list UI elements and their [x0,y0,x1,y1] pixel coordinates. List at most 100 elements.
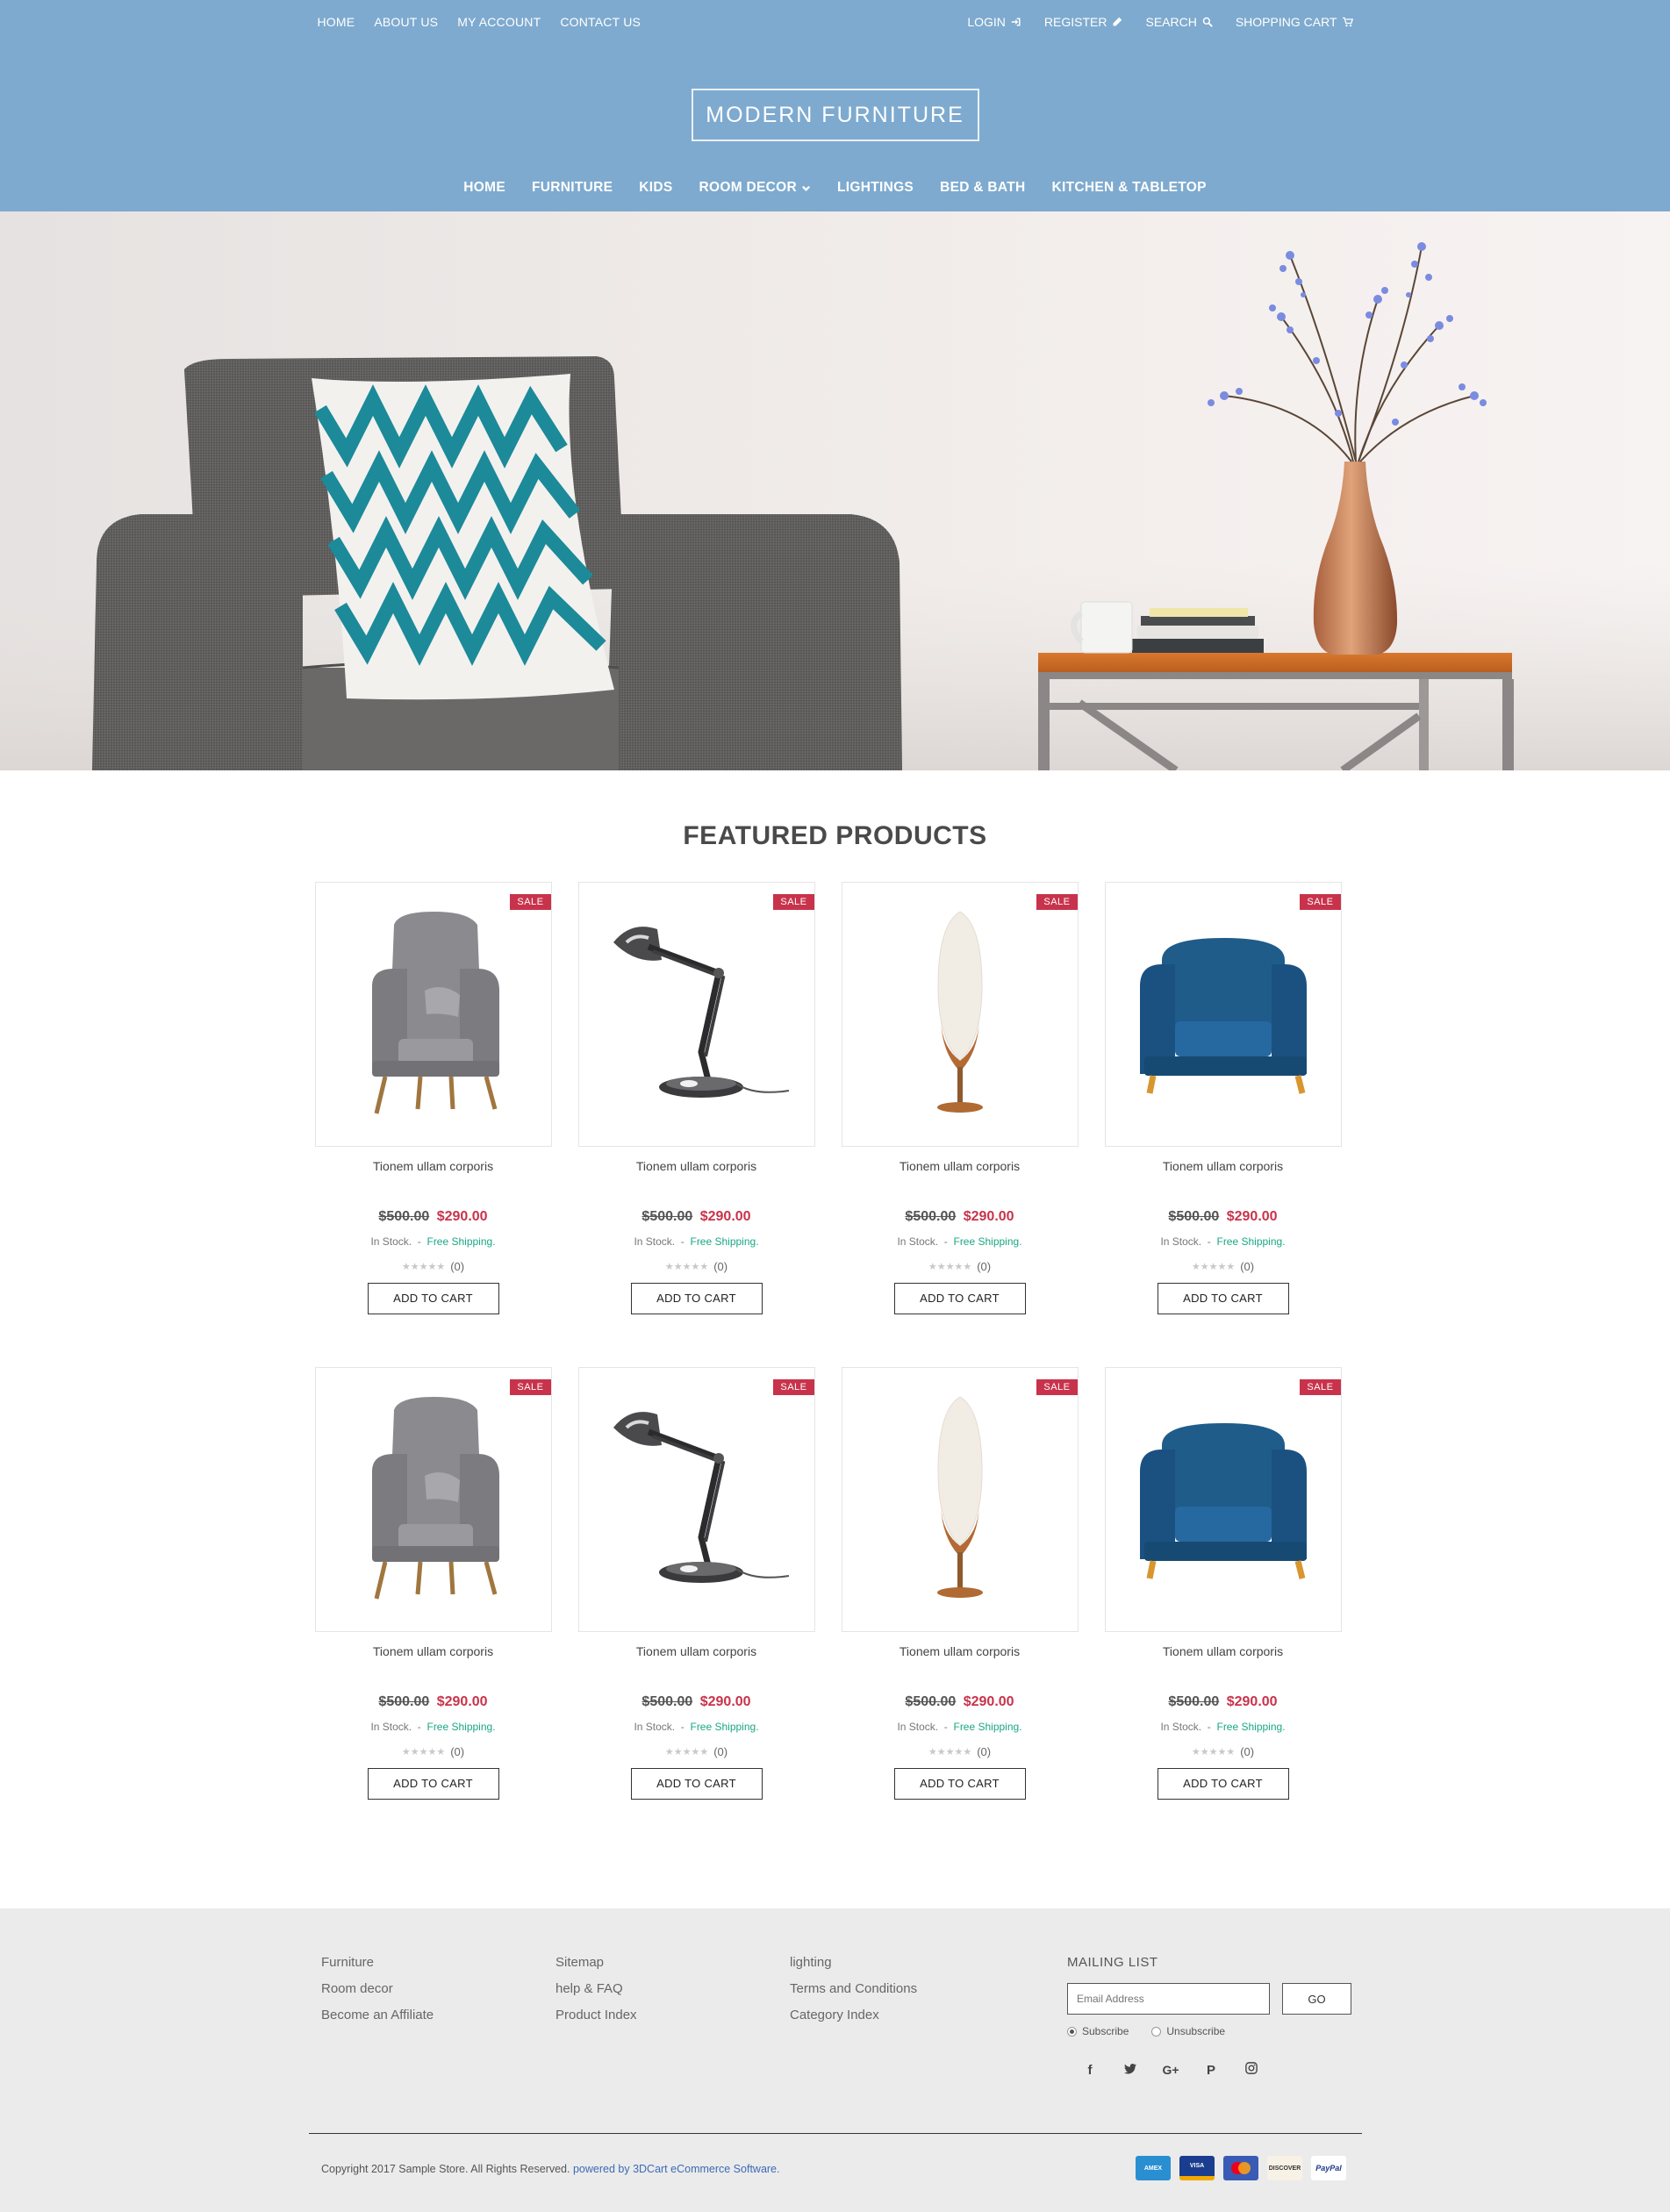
unsubscribe-option[interactable]: Unsubscribe [1151,2025,1225,2037]
product-name[interactable]: Tionem ullam corporis [315,1644,552,1658]
product-card[interactable]: SALE Tionem ullam corporis $500.00 $290.… [1104,882,1342,1314]
product-image[interactable]: SALE [577,882,815,1147]
search-link[interactable]: SEARCH [1145,15,1213,29]
product-price: $500.00 $290.00 [1105,1209,1342,1225]
unsubscribe-radio[interactable] [1151,2026,1162,2037]
rating: ★★★★★ (0) [842,1745,1079,1758]
review-count[interactable]: (0) [977,1745,991,1758]
nav-lightings[interactable]: LIGHTINGS [837,180,914,196]
footer-link[interactable]: lighting [790,1955,1024,1970]
top-link-contact[interactable]: CONTACT US [560,15,641,29]
product-image[interactable]: SALE [1104,1367,1342,1632]
facebook-icon[interactable]: f [1081,2063,1099,2078]
rating: ★★★★★ (0) [315,1260,552,1273]
product-card[interactable]: SALE Tionem ullam corporis $500.00 $290.… [841,882,1079,1314]
subscribe-option[interactable]: Subscribe [1067,2025,1129,2037]
login-link[interactable]: LOGIN [967,15,1021,29]
product-name[interactable]: Tionem ullam corporis [1105,1159,1342,1173]
product-illustration [1127,1410,1320,1590]
footer-link[interactable]: Product Index [555,2008,790,2022]
add-to-cart-button[interactable]: ADD TO CART [630,1768,763,1800]
old-price: $500.00 [905,1209,957,1224]
product-name[interactable]: Tionem ullam corporis [315,1159,552,1173]
hero-banner[interactable] [0,211,1670,770]
powered-by-link[interactable]: powered by 3DCart eCommerce Software. [573,2163,780,2175]
footer-link[interactable]: help & FAQ [555,1981,790,1996]
product-card[interactable]: SALE Tionem ullam corporis $500.00 $290.… [577,882,815,1314]
add-to-cart-button[interactable]: ADD TO CART [367,1283,499,1314]
sale-price: $290.00 [436,1209,488,1224]
footer-link[interactable]: Become an Affiliate [321,2008,555,2022]
top-link-about[interactable]: ABOUT US [374,15,438,29]
product-grid: SALE Tionem ullam corporis $500.00 $290.… [309,882,1362,1800]
review-count[interactable]: (0) [977,1260,991,1273]
product-name[interactable]: Tionem ullam corporis [578,1159,815,1173]
nav-kitchen[interactable]: KITCHEN & TABLETOP [1052,180,1207,196]
nav-room-decor[interactable]: ROOM DECOR [699,180,811,196]
armchair-illustration [92,356,902,770]
product-card[interactable]: SALE Tionem ullam corporis $500.00 $290.… [1104,1367,1342,1800]
old-price: $500.00 [641,1209,693,1224]
sale-badge: SALE [773,894,814,910]
footer-link[interactable]: Terms and Conditions [790,1981,1024,1996]
sale-badge: SALE [773,1379,814,1395]
product-name[interactable]: Tionem ullam corporis [1105,1644,1342,1658]
review-count[interactable]: (0) [450,1260,464,1273]
rating: ★★★★★ (0) [1105,1745,1342,1758]
nav-furniture[interactable]: FURNITURE [532,180,613,196]
product-image[interactable]: SALE [577,1367,815,1632]
footer-divider [309,2133,1362,2134]
review-count[interactable]: (0) [713,1745,727,1758]
twitter-icon[interactable] [1122,2063,1139,2078]
nav-home[interactable]: HOME [463,180,505,196]
email-field[interactable] [1067,1983,1270,2015]
go-button[interactable]: GO [1282,1983,1351,2015]
register-link[interactable]: REGISTER [1044,15,1123,29]
add-to-cart-button[interactable]: ADD TO CART [1157,1768,1289,1800]
footer-link[interactable]: Furniture [321,1955,555,1970]
top-links: HOME ABOUT US MY ACCOUNT CONTACT US [318,15,641,29]
subscribe-radio[interactable] [1067,2026,1077,2037]
payment-methods: AMEX VISA DISCOVER PayPal [1136,2156,1346,2180]
product-card[interactable]: SALE Tionem ullam corporis $500.00 $290.… [314,882,552,1314]
add-to-cart-button[interactable]: ADD TO CART [893,1768,1026,1800]
top-link-account[interactable]: MY ACCOUNT [457,15,541,29]
review-count[interactable]: (0) [713,1260,727,1273]
product-image[interactable]: SALE [1104,882,1342,1147]
google-plus-icon[interactable]: G+ [1162,2063,1179,2077]
product-image[interactable]: SALE [314,1367,552,1632]
product-name[interactable]: Tionem ullam corporis [578,1644,815,1658]
product-name[interactable]: Tionem ullam corporis [842,1644,1079,1658]
product-card[interactable]: SALE Tionem ullam corporis $500.00 $290.… [577,1367,815,1800]
product-image[interactable]: SALE [841,882,1079,1147]
product-illustration [596,1397,798,1603]
product-image[interactable]: SALE [314,882,552,1147]
footer-columns: Furniture Room decor Become an Affiliate… [321,1955,1024,2034]
add-to-cart-button[interactable]: ADD TO CART [630,1283,763,1314]
star-rating-icon: ★★★★★ [928,1747,972,1757]
site-logo[interactable]: MODERN FURNITURE [691,89,979,141]
add-to-cart-button[interactable]: ADD TO CART [893,1283,1026,1314]
footer-link[interactable]: Sitemap [555,1955,790,1970]
review-count[interactable]: (0) [1240,1745,1254,1758]
register-label: REGISTER [1043,15,1107,29]
footer-link[interactable]: Category Index [790,2008,1024,2022]
review-count[interactable]: (0) [1240,1260,1254,1273]
login-label: LOGIN [967,15,1006,29]
instagram-icon[interactable] [1243,2062,1260,2078]
top-link-home[interactable]: HOME [318,15,355,29]
add-to-cart-button[interactable]: ADD TO CART [1157,1283,1289,1314]
product-card[interactable]: SALE Tionem ullam corporis $500.00 $290.… [314,1367,552,1800]
search-icon [1202,17,1213,27]
product-card[interactable]: SALE Tionem ullam corporis $500.00 $290.… [841,1367,1079,1800]
product-name[interactable]: Tionem ullam corporis [842,1159,1079,1173]
review-count[interactable]: (0) [450,1745,464,1758]
pinterest-icon[interactable]: P [1202,2063,1220,2078]
nav-bed-bath[interactable]: BED & BATH [940,180,1025,196]
shipping-status: Free Shipping. [953,1235,1022,1248]
nav-kids[interactable]: KIDS [639,180,672,196]
cart-link[interactable]: SHOPPING CART [1236,15,1353,29]
footer-link[interactable]: Room decor [321,1981,555,1996]
product-image[interactable]: SALE [841,1367,1079,1632]
add-to-cart-button[interactable]: ADD TO CART [367,1768,499,1800]
